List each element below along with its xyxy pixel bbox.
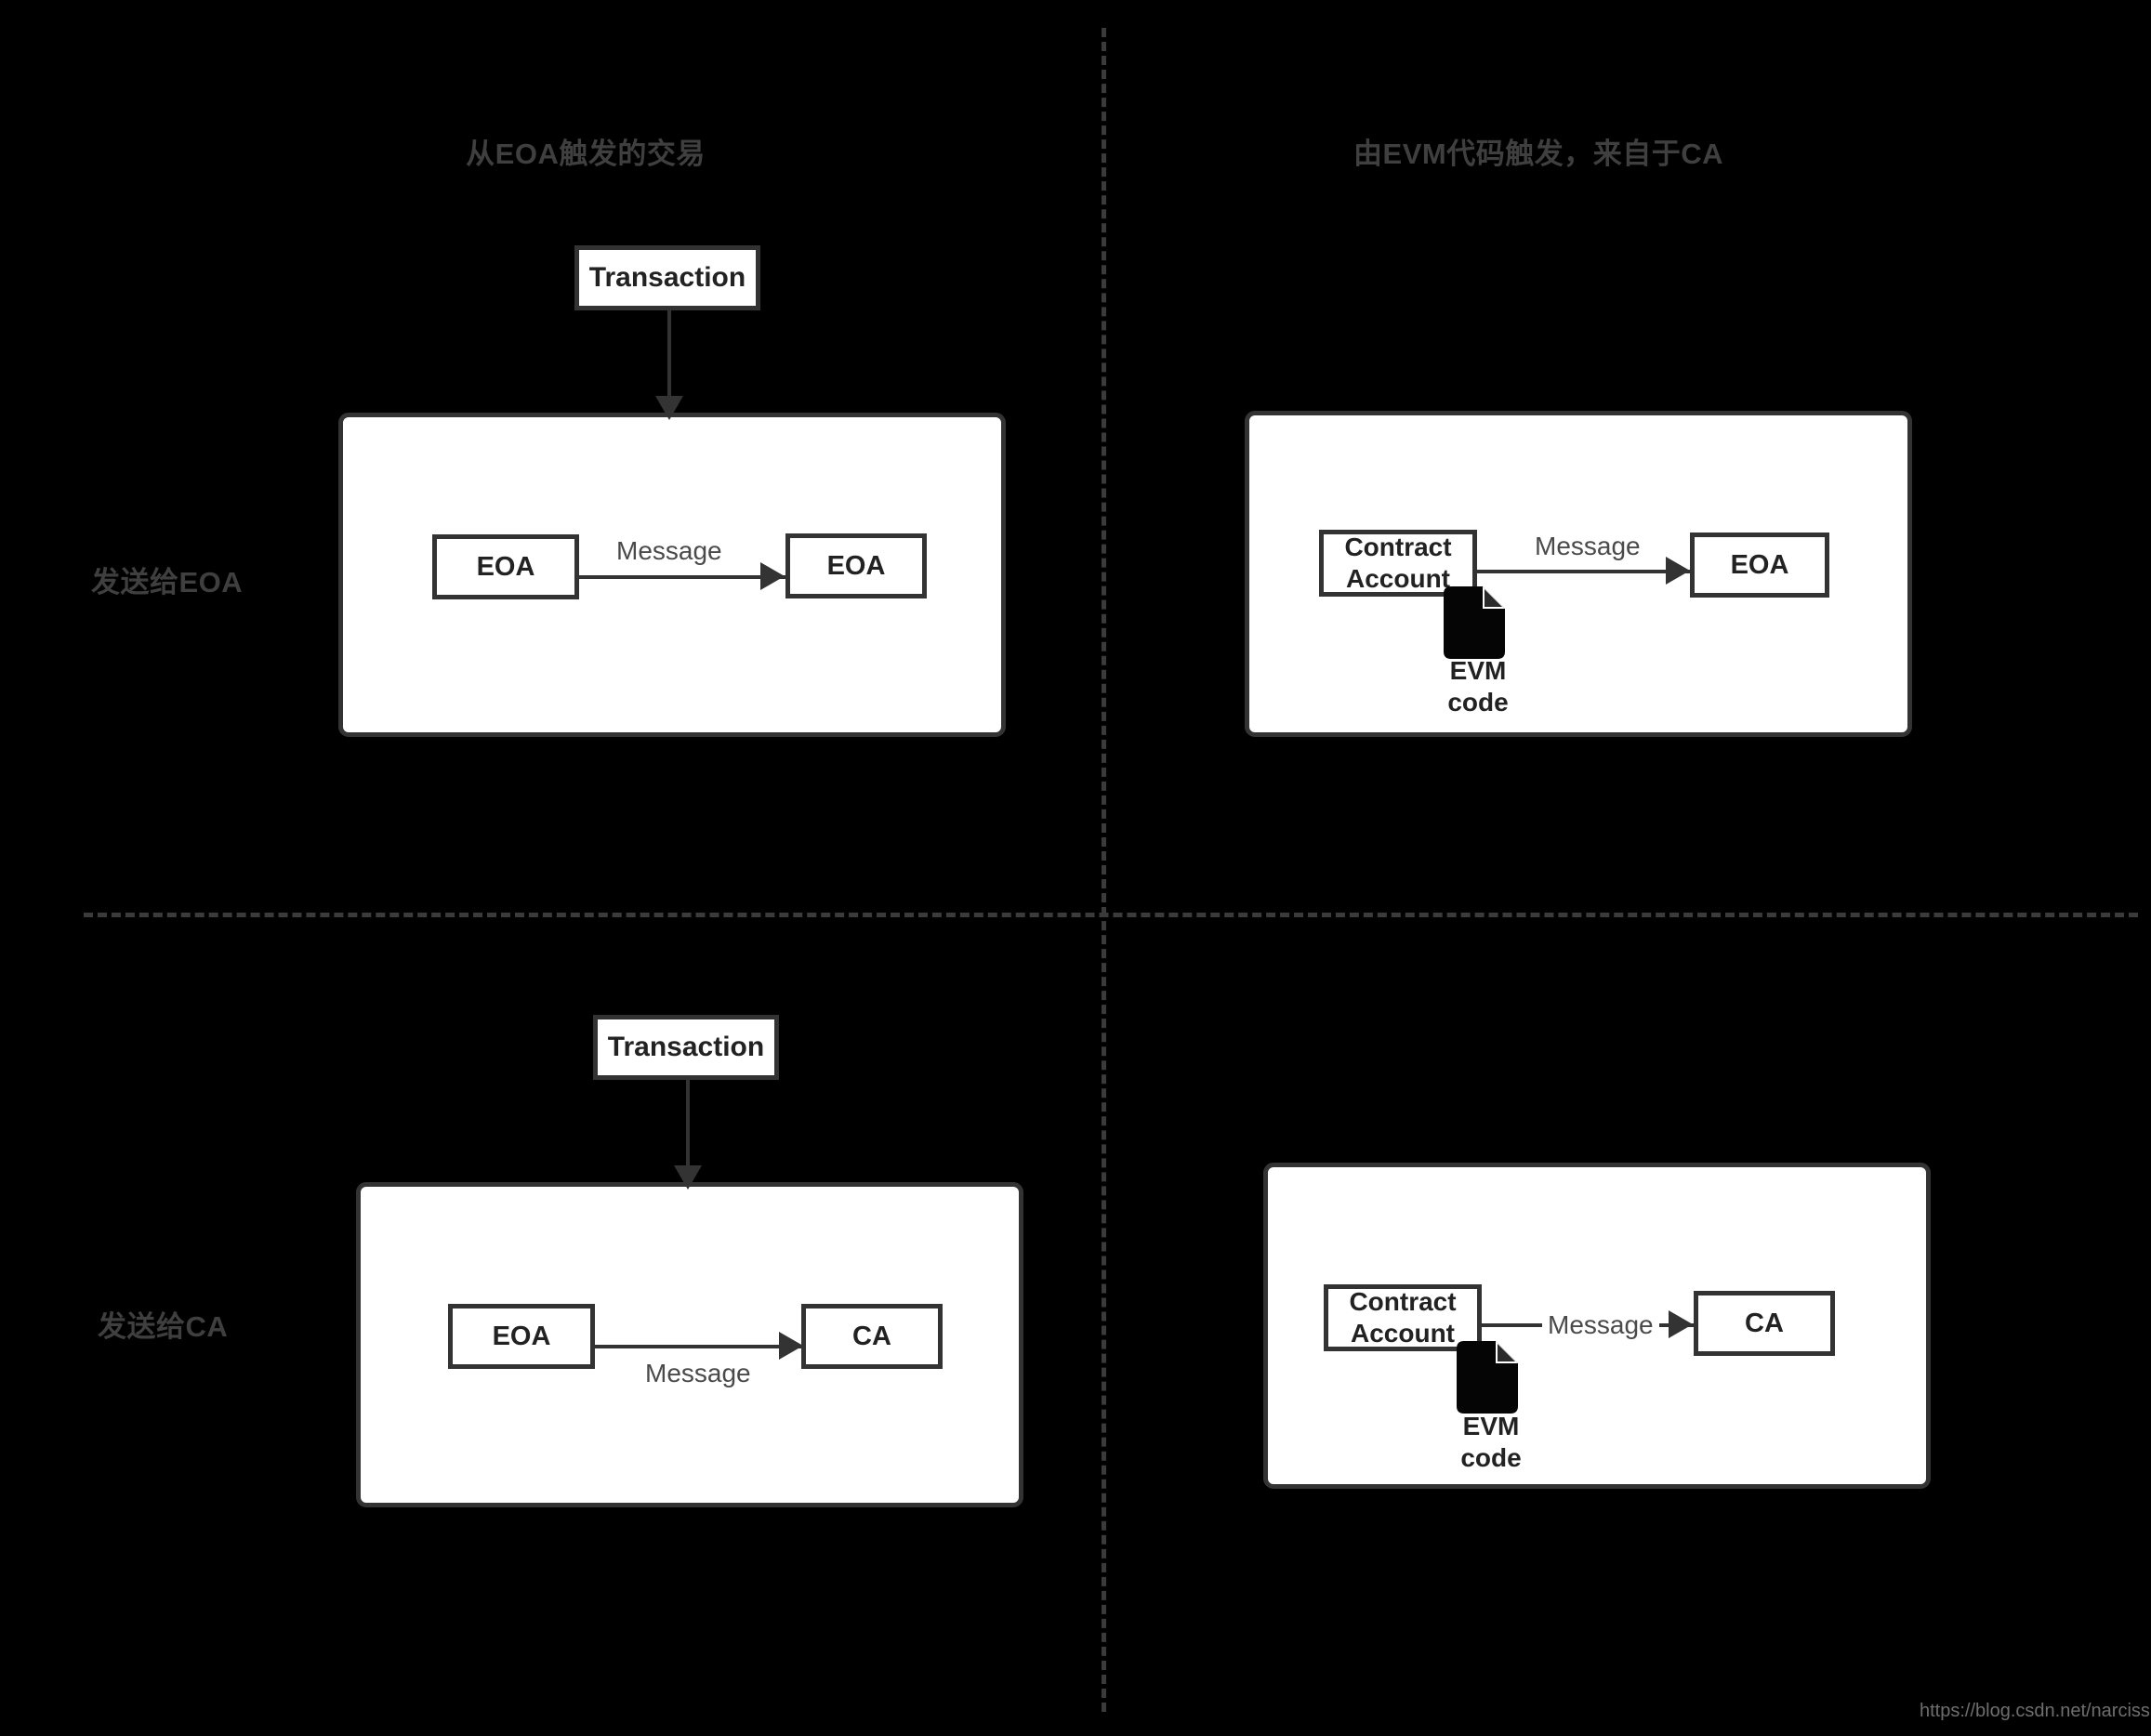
transaction-box-bottom-left[interactable]: Transaction bbox=[593, 1015, 779, 1080]
edge-arrow-head-top-left bbox=[760, 562, 785, 590]
edge-arrow-head-bottom-left bbox=[779, 1332, 803, 1360]
diagram-canvas: 从EOA触发的交易 由EVM代码触发，来自于CA 发送给EOA 发送给CA Tr… bbox=[0, 0, 2151, 1736]
node-source-eoa-bottom-left[interactable]: EOA bbox=[448, 1304, 595, 1369]
edge-arrow-head-top-right bbox=[1666, 557, 1690, 585]
transaction-arrow-head-top-left bbox=[655, 396, 683, 420]
node-target-ca-bottom-left[interactable]: CA bbox=[801, 1304, 943, 1369]
edge-arrow-head-bottom-right bbox=[1669, 1310, 1693, 1338]
watermark-url: https://blog.csdn.net/narcissus2_ bbox=[1920, 1701, 2151, 1721]
node-target-eoa-top-left[interactable]: EOA bbox=[785, 533, 927, 598]
evm-code-file-icon-top-right bbox=[1444, 586, 1511, 659]
evm-code-caption-top-right: EVM code bbox=[1404, 655, 1552, 717]
transaction-arrow-head-bottom-left bbox=[674, 1165, 702, 1190]
edge-line-bottom-left bbox=[595, 1345, 801, 1348]
row-label-send-to-eoa: 发送给EOA bbox=[91, 566, 244, 598]
edge-label-message-bottom-right: Message bbox=[1542, 1310, 1659, 1340]
evm-code-caption-bottom-right: EVM code bbox=[1417, 1411, 1565, 1473]
transaction-arrow-line-top-left bbox=[667, 310, 671, 400]
edge-label-message-top-left: Message bbox=[616, 536, 722, 565]
vertical-column-divider bbox=[1102, 28, 1106, 1712]
row-label-send-to-ca: 发送给CA bbox=[98, 1310, 229, 1343]
column-header-evm-triggered: 由EVM代码触发，来自于CA bbox=[1353, 138, 1723, 170]
horizontal-row-divider bbox=[84, 913, 2138, 917]
evm-caption-line-1: EVM bbox=[1449, 656, 1507, 685]
edge-label-message-bottom-left: Message bbox=[645, 1359, 751, 1387]
node-target-eoa-top-right[interactable]: EOA bbox=[1690, 533, 1829, 598]
transaction-box-top-left[interactable]: Transaction bbox=[574, 245, 760, 310]
evm-code-file-icon-bottom-right bbox=[1457, 1341, 1524, 1414]
evm-caption-line-2: code bbox=[1460, 1442, 1522, 1472]
edge-label-message-top-right: Message bbox=[1535, 532, 1641, 560]
contract-account-line-1: Contract bbox=[1344, 532, 1452, 561]
contract-account-line-2: Account bbox=[1351, 1319, 1455, 1348]
edge-line-top-right bbox=[1477, 570, 1690, 573]
edge-line-top-left bbox=[579, 575, 785, 579]
contract-account-line-2: Account bbox=[1346, 564, 1450, 593]
column-header-eoa-triggered: 从EOA触发的交易 bbox=[466, 138, 706, 170]
transaction-arrow-line-bottom-left bbox=[686, 1080, 690, 1169]
node-source-eoa-top-left[interactable]: EOA bbox=[432, 534, 579, 599]
contract-account-line-1: Contract bbox=[1349, 1286, 1457, 1316]
evm-caption-line-2: code bbox=[1447, 687, 1509, 717]
node-target-ca-bottom-right[interactable]: CA bbox=[1694, 1291, 1835, 1356]
evm-caption-line-1: EVM bbox=[1462, 1412, 1520, 1440]
